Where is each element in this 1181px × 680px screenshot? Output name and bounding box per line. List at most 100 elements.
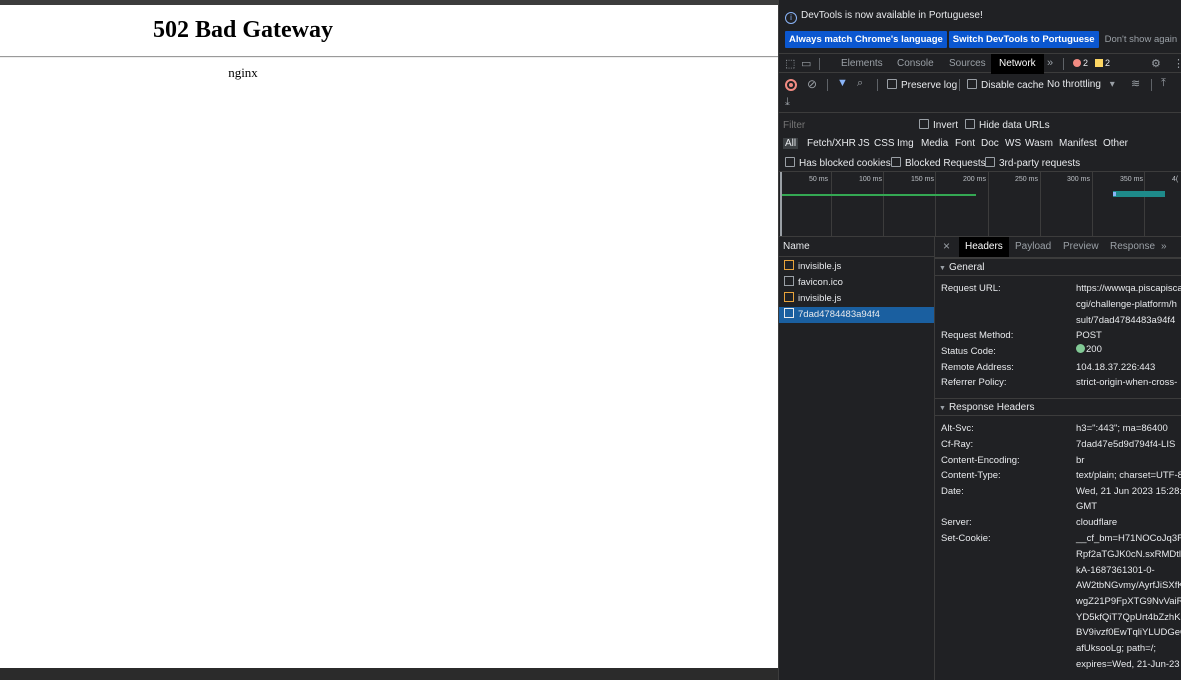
device-toolbar-icon[interactable]: ▭: [801, 57, 811, 70]
tab-sources[interactable]: Sources: [949, 58, 986, 69]
request-row-selected[interactable]: 7dad4784483a94f4: [779, 307, 934, 323]
script-file-icon: [784, 292, 794, 302]
throttling-value: No throttling: [1047, 79, 1101, 90]
record-icon[interactable]: [785, 79, 797, 91]
type-doc[interactable]: Doc: [981, 138, 999, 149]
response-headers-section-header[interactable]: ▼ Response Headers: [935, 398, 1181, 416]
header-value: __cf_bm=H71NOCoJq3Rl: [1076, 533, 1181, 544]
blocked-cookies-checkbox[interactable]: Has blocked cookies: [785, 157, 891, 169]
general-section-header[interactable]: ▼ General: [935, 258, 1181, 276]
timeline-gridline: [935, 172, 936, 236]
request-row[interactable]: invisible.js: [779, 291, 934, 307]
third-party-checkbox[interactable]: 3rd-party requests: [985, 157, 1080, 169]
export-har-icon[interactable]: ⤓: [785, 96, 790, 109]
inspect-element-icon[interactable]: ⬚: [785, 57, 795, 70]
request-list: Name invisible.js favicon.ico invisible.…: [779, 237, 935, 680]
type-font[interactable]: Font: [955, 138, 975, 149]
request-row[interactable]: invisible.js: [779, 259, 934, 275]
timeline-gridline: [1144, 172, 1145, 236]
checkbox-icon: [891, 157, 901, 167]
timeline-request-bar: [782, 194, 976, 196]
name-column-header[interactable]: Name: [779, 237, 934, 257]
header-value: text/plain; charset=UTF-8: [1076, 470, 1181, 481]
more-tabs-icon[interactable]: »: [1047, 57, 1053, 69]
preserve-log-checkbox[interactable]: Preserve log: [887, 79, 957, 91]
checkbox-icon: [887, 79, 897, 89]
type-fetch-xhr[interactable]: Fetch/XHR: [807, 138, 856, 149]
settings-gear-icon[interactable]: ⚙: [1151, 57, 1161, 70]
timeline-tick: 50 ms: [809, 176, 829, 183]
header-value: POST: [1076, 330, 1102, 341]
script-file-icon: [784, 260, 794, 270]
timeline-tick: 250 ms: [1015, 176, 1038, 183]
network-overview-timeline[interactable]: 50 ms 100 ms 150 ms 200 ms 250 ms 300 ms…: [779, 172, 1181, 237]
type-css[interactable]: CSS: [874, 138, 895, 149]
hide-data-urls-checkbox[interactable]: Hide data URLs: [965, 119, 1050, 131]
header-key: Status Code:: [941, 346, 996, 357]
switch-language-button[interactable]: Switch DevTools to Portuguese: [948, 31, 1099, 48]
header-value: 7dad47e5d9d794f4-LIS: [1076, 439, 1176, 450]
tab-headers[interactable]: Headers: [959, 237, 1009, 257]
request-row[interactable]: favicon.ico: [779, 275, 934, 291]
blocked-requests-checkbox[interactable]: Blocked Requests: [891, 157, 986, 169]
filter-funnel-icon[interactable]: ▼: [837, 77, 848, 89]
header-value: br: [1076, 455, 1085, 466]
request-details: × Headers Payload Preview Response » ▼ Ge…: [935, 237, 1181, 680]
network-toolbar: ⊘ ▼ ⌕ Preserve log Disable cache No thro…: [779, 75, 1181, 95]
invert-label: Invert: [933, 120, 959, 131]
timeline-gridline: [1092, 172, 1093, 236]
close-details-icon[interactable]: ×: [943, 239, 950, 253]
checkbox-icon: [967, 79, 977, 89]
tab-network[interactable]: Network: [991, 54, 1044, 74]
tab-elements[interactable]: Elements: [841, 58, 883, 69]
type-wasm[interactable]: Wasm: [1025, 138, 1053, 149]
timeline-tick: 150 ms: [911, 176, 934, 183]
type-all[interactable]: All: [783, 138, 799, 149]
type-media[interactable]: Media: [921, 138, 948, 149]
type-img[interactable]: Img: [897, 138, 914, 149]
header-key: Content-Type:: [941, 470, 1001, 481]
header-value: strict-origin-when-cross-: [1076, 377, 1178, 388]
request-name: invisible.js: [798, 261, 842, 272]
clear-icon[interactable]: ⊘: [807, 77, 817, 91]
header-value: cgi/challenge-platform/h: [1076, 299, 1177, 310]
filter-input[interactable]: [783, 118, 913, 132]
errors-count: 2: [1083, 58, 1089, 68]
tabbar-separator: [1063, 58, 1064, 70]
header-value: GMT: [1076, 501, 1098, 512]
disable-cache-label: Disable cache: [981, 80, 1044, 91]
type-other[interactable]: Other: [1103, 138, 1128, 149]
tab-console[interactable]: Console: [897, 58, 934, 69]
import-har-icon[interactable]: ⤒: [1161, 77, 1166, 90]
header-key: Request URL:: [941, 283, 1001, 294]
header-value: https://wwwqa.piscapisca: [1076, 283, 1181, 294]
timeline-request-bar: [1113, 191, 1165, 197]
type-js[interactable]: JS: [858, 138, 870, 149]
warnings-badge[interactable]: 2: [1095, 58, 1110, 68]
type-ws[interactable]: WS: [1005, 138, 1021, 149]
section-title: Response Headers: [948, 402, 1035, 413]
third-party-label: 3rd-party requests: [999, 158, 1081, 169]
more-options-icon[interactable]: ⋮: [1173, 57, 1181, 70]
network-conditions-icon[interactable]: ≋: [1131, 77, 1140, 90]
checkbox-icon: [919, 119, 929, 129]
header-key: Date:: [941, 486, 964, 497]
tab-payload[interactable]: Payload: [1015, 241, 1051, 252]
header-value: wgZ21P9FpXTG9NvVaiRF: [1076, 596, 1181, 607]
match-language-button[interactable]: Always match Chrome's language: [785, 31, 947, 48]
tab-preview[interactable]: Preview: [1063, 241, 1099, 252]
search-icon[interactable]: ⌕: [857, 77, 863, 90]
errors-badge[interactable]: 2: [1073, 58, 1088, 68]
tabbar-separator: [819, 58, 820, 70]
invert-checkbox[interactable]: Invert: [919, 119, 958, 131]
toolbar-separator: [827, 79, 828, 91]
disable-cache-checkbox[interactable]: Disable cache: [967, 79, 1044, 91]
type-manifest[interactable]: Manifest: [1059, 138, 1097, 149]
dont-show-again-button[interactable]: Don't show again: [1101, 31, 1181, 48]
throttling-select[interactable]: No throttling ▾: [1047, 79, 1115, 90]
language-infobar: i DevTools is now available in Portuguese…: [779, 0, 1181, 30]
more-tabs-icon[interactable]: »: [1161, 241, 1167, 252]
server-name: nginx: [228, 65, 258, 80]
tab-response[interactable]: Response: [1110, 241, 1155, 252]
blocked-requests-label: Blocked Requests: [905, 158, 986, 169]
